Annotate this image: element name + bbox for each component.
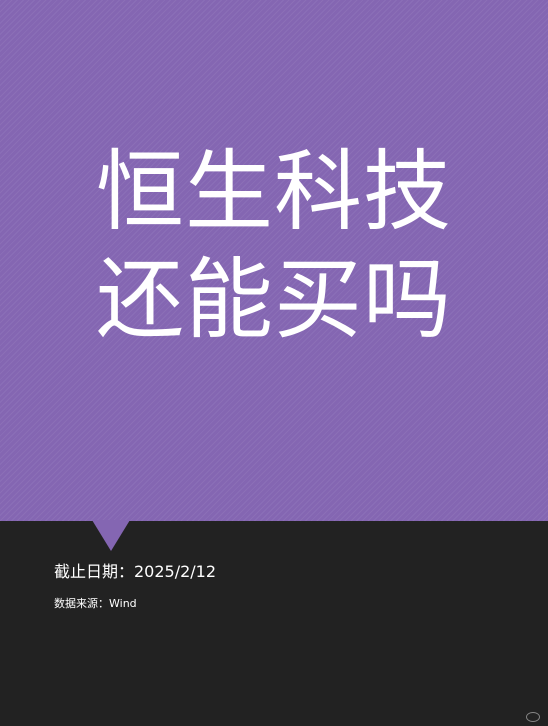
cover-info: 截止日期：2025/2/12 数据来源：Wind	[54, 560, 216, 612]
cover-title: 恒生科技 还能买吗	[0, 138, 548, 354]
speech-pointer-notch	[92, 520, 130, 551]
cutoff-date-text: 截止日期：2025/2/12	[54, 562, 217, 581]
purple-title-panel: 恒生科技 还能买吗	[0, 0, 548, 521]
watermark-icon	[526, 712, 540, 722]
data-source-text: 数据来源：Wind	[54, 597, 137, 610]
title-line-1: 恒生科技	[95, 140, 452, 243]
cover-page: 恒生科技 还能买吗 截止日期：2025/2/12 数据来源：Wind	[0, 0, 548, 726]
title-line-2: 还能买吗	[95, 248, 452, 351]
